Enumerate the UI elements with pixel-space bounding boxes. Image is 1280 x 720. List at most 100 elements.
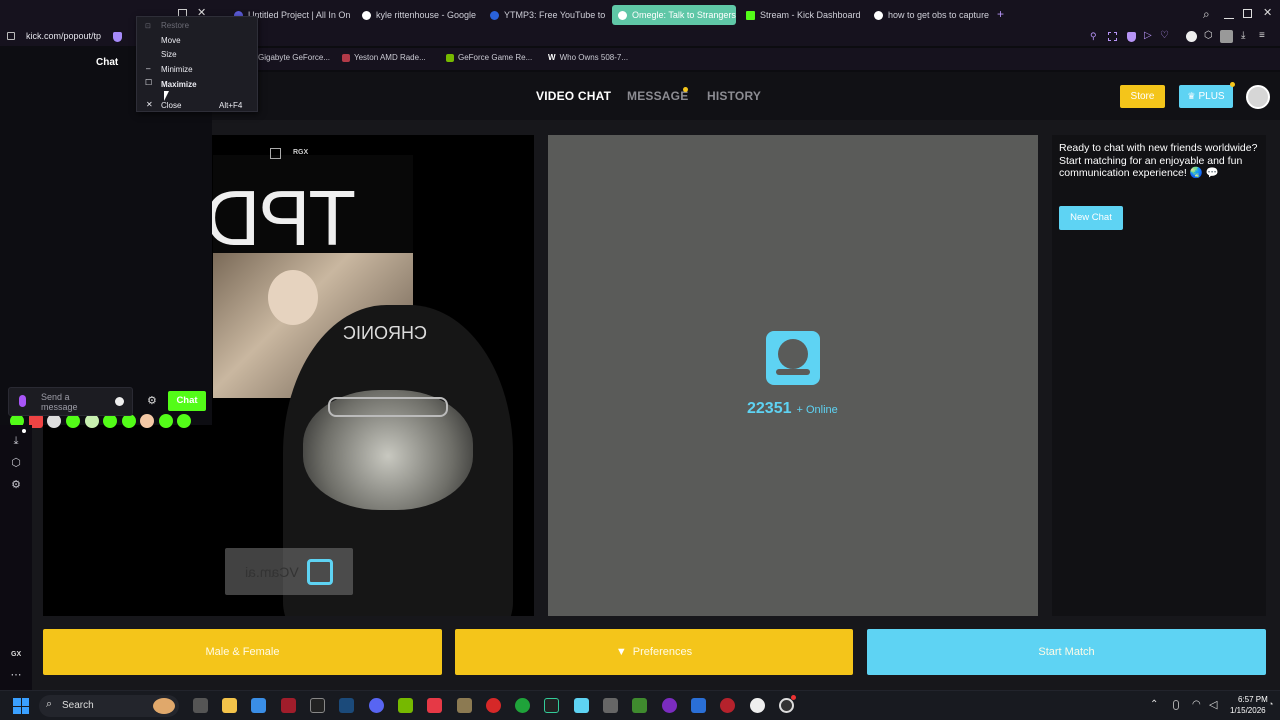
message-input[interactable]: Send a message (8, 387, 133, 416)
settings-icon[interactable]: ⚙ (10, 479, 22, 491)
unreal-icon[interactable] (750, 698, 765, 713)
glasses (328, 397, 448, 417)
wifi-icon[interactable]: ◠ (1192, 699, 1201, 710)
emote-icon[interactable] (103, 414, 117, 428)
chevron-up-icon[interactable]: ⌃ (1150, 699, 1158, 710)
terminal-icon[interactable] (544, 698, 559, 713)
nav-message[interactable]: MESSAGE (627, 89, 688, 103)
bookmark-yeston[interactable]: Yeston AMD Rade... (342, 53, 426, 62)
windows-start-icon[interactable] (13, 698, 29, 714)
clock-date[interactable]: 1/15/2026 (1230, 706, 1266, 715)
tab-google-search[interactable]: kyle rittenhouse - Google (356, 5, 478, 25)
tab-kick-dashboard[interactable]: Stream - Kick Dashboard (740, 5, 862, 25)
bookmark-label: GeForce Game Re... (458, 53, 533, 62)
puzzle-icon[interactable]: ⬡ (1204, 30, 1213, 41)
minimize-window-icon[interactable] (1224, 7, 1234, 19)
nvidia-app-icon[interactable] (398, 698, 413, 713)
store-button[interactable]: Store (1120, 85, 1165, 108)
emote-icon[interactable] (140, 414, 154, 428)
app-cq-icon[interactable] (691, 698, 706, 713)
obs-purple-icon[interactable] (662, 698, 677, 713)
emoji-icon[interactable] (115, 397, 124, 406)
minecraft-icon[interactable] (632, 698, 647, 713)
menu-icon[interactable]: ≡ (1259, 30, 1265, 41)
new-chat-button[interactable]: New Chat (1059, 206, 1123, 230)
menu-item-size[interactable]: Size (161, 50, 177, 59)
notification-bell-icon[interactable]: ◔ (1268, 699, 1273, 709)
emote-icon[interactable] (47, 414, 61, 428)
photos-icon[interactable] (251, 698, 266, 713)
play-icon[interactable]: ▷ (1144, 30, 1152, 41)
settings-gear-icon[interactable]: ⚙ (147, 394, 157, 407)
taskbar-search[interactable]: ⌕ Search (39, 695, 179, 717)
clock-time[interactable]: 6:57 PM (1238, 695, 1268, 704)
user-avatar[interactable] (1246, 85, 1270, 109)
bookmark-geforce[interactable]: GeForce Game Re... (446, 53, 532, 62)
google-icon (362, 10, 371, 20)
preferences-label: Preferences (632, 646, 693, 658)
plus-button[interactable]: ♛ PLUS (1179, 85, 1233, 108)
gender-select-button[interactable]: Male & Female (43, 629, 442, 675)
emote-icon[interactable] (159, 414, 173, 428)
task-view-icon[interactable] (193, 698, 208, 713)
preferences-button[interactable]: ▼ Preferences (455, 629, 853, 675)
close-window-icon[interactable]: ✕ (1263, 6, 1272, 19)
start-match-button[interactable]: Start Match (867, 629, 1266, 675)
vpn-shield-icon[interactable] (1127, 32, 1136, 42)
menu-item-minimize[interactable]: Minimize (161, 65, 193, 74)
menu-item-maximize[interactable]: Maximize (161, 80, 197, 89)
extensions-icon[interactable]: ⬡ (10, 457, 22, 469)
xbox-icon[interactable] (515, 698, 530, 713)
pip-icon[interactable] (270, 148, 281, 159)
download-icon[interactable]: ⤓ (10, 435, 22, 447)
extension-s-icon[interactable] (1186, 31, 1197, 42)
nav-history[interactable]: HISTORY (707, 89, 761, 103)
avatar[interactable] (1220, 30, 1233, 43)
shield-icon[interactable] (113, 32, 122, 42)
vcam-icon[interactable] (574, 698, 589, 713)
screenshot-icon[interactable] (1108, 32, 1117, 41)
game-icon[interactable] (457, 698, 472, 713)
emote-icon[interactable] (177, 414, 191, 428)
restore-window-icon[interactable] (1243, 9, 1252, 18)
gx-logo[interactable]: GX (11, 651, 21, 658)
red-app-icon[interactable] (720, 698, 735, 713)
menu-item-move[interactable]: Move (161, 36, 181, 45)
emote-icon[interactable] (66, 414, 80, 428)
heart-icon[interactable]: ♡ (1160, 30, 1169, 41)
chat-title: Chat (96, 57, 119, 68)
search-label: Search (62, 700, 94, 711)
bookmark-gigabyte[interactable]: Gigabyte GeForce... (258, 53, 330, 62)
microphone-icon[interactable] (1173, 700, 1179, 710)
tool-icon[interactable] (603, 698, 618, 713)
menu-item-close[interactable]: Close (161, 101, 181, 110)
bookmark-who-owns[interactable]: W Who Owns 508-7... (548, 53, 628, 62)
apple-icon[interactable] (486, 698, 501, 713)
tab-omegle[interactable]: Omegle: Talk to Strangers (612, 5, 736, 25)
pin-icon[interactable]: ⚲ (1090, 31, 1097, 42)
rgx-tag: RGX (293, 149, 309, 156)
vpn-icon[interactable] (427, 698, 442, 713)
microphone-icon[interactable] (19, 395, 26, 407)
nav-video-chat[interactable]: VIDEO CHAT (536, 89, 611, 103)
lock-icon (7, 32, 15, 40)
file-explorer-icon[interactable] (222, 698, 237, 713)
tab-label: how to get obs to capture (888, 10, 990, 20)
emote-icon[interactable] (85, 414, 99, 428)
emote-icon[interactable] (122, 414, 136, 428)
chat-send-button[interactable]: Chat (168, 391, 206, 411)
discord-icon[interactable] (369, 698, 384, 713)
steam-icon[interactable] (339, 698, 354, 713)
url-field[interactable]: kick.com/popout/tp (26, 31, 101, 41)
tab-obs-search[interactable]: how to get obs to capture (868, 5, 990, 25)
speaker-icon[interactable]: ◁ (1209, 698, 1217, 711)
opera-gx-icon[interactable] (281, 698, 296, 713)
more-icon[interactable]: ⋯ (10, 669, 22, 681)
obs-icon[interactable] (779, 698, 794, 713)
bookmark-favicon-icon (342, 53, 350, 62)
capcut-icon[interactable] (310, 698, 325, 713)
new-tab-button[interactable]: + (997, 7, 1004, 21)
tab-ytmp3[interactable]: YTMP3: Free YouTube to M (484, 5, 606, 25)
download-icon[interactable]: ⤓ (1241, 30, 1245, 41)
search-tabs-icon[interactable]: ⌕ (1203, 7, 1210, 22)
